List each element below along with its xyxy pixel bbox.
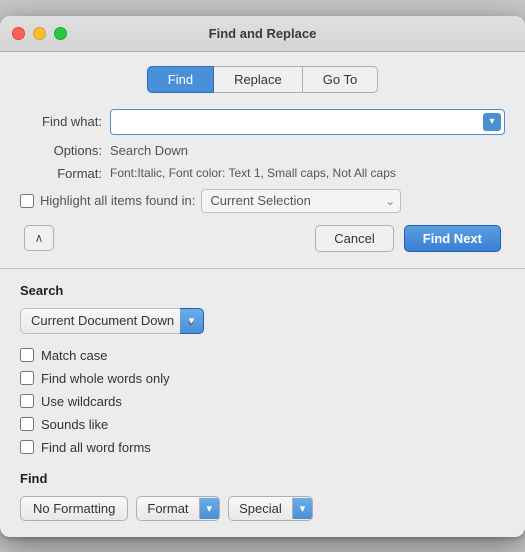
right-buttons: Cancel Find Next [315,225,501,252]
find-next-button[interactable]: Find Next [404,225,501,252]
special-dropdown-label: Special [229,497,292,520]
highlight-select[interactable]: Current Selection Main Document [201,189,401,213]
word-forms-label[interactable]: Find all word forms [41,440,151,455]
special-dropdown-arrow-icon: ▾ [292,498,313,519]
checkbox-match-case: Match case [20,348,505,363]
divider [0,268,525,269]
whole-words-label[interactable]: Find whole words only [41,371,170,386]
action-row: ∧ Cancel Find Next [20,225,505,252]
options-row: Options: Search Down [20,143,505,158]
format-value: Font:Italic, Font color: Text 1, Small c… [110,166,396,180]
options-label: Options: [20,143,110,158]
sounds-like-label[interactable]: Sounds like [41,417,108,432]
minimize-button[interactable] [33,27,46,40]
maximize-button[interactable] [54,27,67,40]
search-section-title: Search [20,283,505,298]
collapse-button[interactable]: ∧ [24,225,54,251]
find-input-wrapper: ▾ [110,109,505,135]
match-case-label[interactable]: Match case [41,348,107,363]
tab-goto[interactable]: Go To [303,66,378,93]
sounds-like-checkbox[interactable] [20,417,34,431]
whole-words-checkbox[interactable] [20,371,34,385]
no-formatting-button[interactable]: No Formatting [20,496,128,521]
search-dropdown-wrapper: Current Document Down Current Document U… [20,308,204,334]
find-input-dropdown-arrow[interactable]: ▾ [483,113,501,131]
find-what-row: Find what: ▾ [20,109,505,135]
find-section-title: Find [20,471,505,486]
special-dropdown-button[interactable]: Special ▾ [228,496,313,521]
highlight-checkbox[interactable] [20,194,34,208]
match-case-checkbox[interactable] [20,348,34,362]
find-buttons-row: No Formatting Format ▾ Special ▾ [20,496,505,521]
highlight-label[interactable]: Highlight all items found in: [40,193,195,208]
titlebar: Find and Replace [0,16,525,52]
checkbox-word-forms: Find all word forms [20,440,505,455]
close-button[interactable] [12,27,25,40]
checkbox-list: Match case Find whole words only Use wil… [20,348,505,455]
checkbox-wildcards: Use wildcards [20,394,505,409]
window-controls [12,27,67,40]
tab-find[interactable]: Find [147,66,214,93]
search-dropdown[interactable]: Current Document Down Current Document U… [20,308,204,334]
highlight-select-wrapper: Current Selection Main Document [201,189,401,213]
find-replace-dialog: Find and Replace Find Replace Go To Find… [0,16,525,537]
cancel-button[interactable]: Cancel [315,225,393,252]
options-value: Search Down [110,143,188,158]
tab-bar: Find Replace Go To [20,66,505,93]
highlight-row: Highlight all items found in: Current Se… [20,189,505,213]
window-title: Find and Replace [209,26,317,41]
format-dropdown-button[interactable]: Format ▾ [136,496,220,521]
wildcards-checkbox[interactable] [20,394,34,408]
tab-replace[interactable]: Replace [214,66,303,93]
format-dropdown-arrow-icon: ▾ [199,498,220,519]
find-input[interactable] [110,109,505,135]
format-row: Format: Font:Italic, Font color: Text 1,… [20,166,505,181]
format-dropdown-label: Format [137,497,198,520]
find-what-label: Find what: [20,114,110,129]
word-forms-checkbox[interactable] [20,440,34,454]
dialog-content: Find Replace Go To Find what: ▾ Options:… [0,52,525,537]
checkbox-sounds-like: Sounds like [20,417,505,432]
format-label: Format: [20,166,110,181]
checkbox-whole-words: Find whole words only [20,371,505,386]
search-dropdown-arrow[interactable]: ▾ [180,308,204,334]
wildcards-label[interactable]: Use wildcards [41,394,122,409]
